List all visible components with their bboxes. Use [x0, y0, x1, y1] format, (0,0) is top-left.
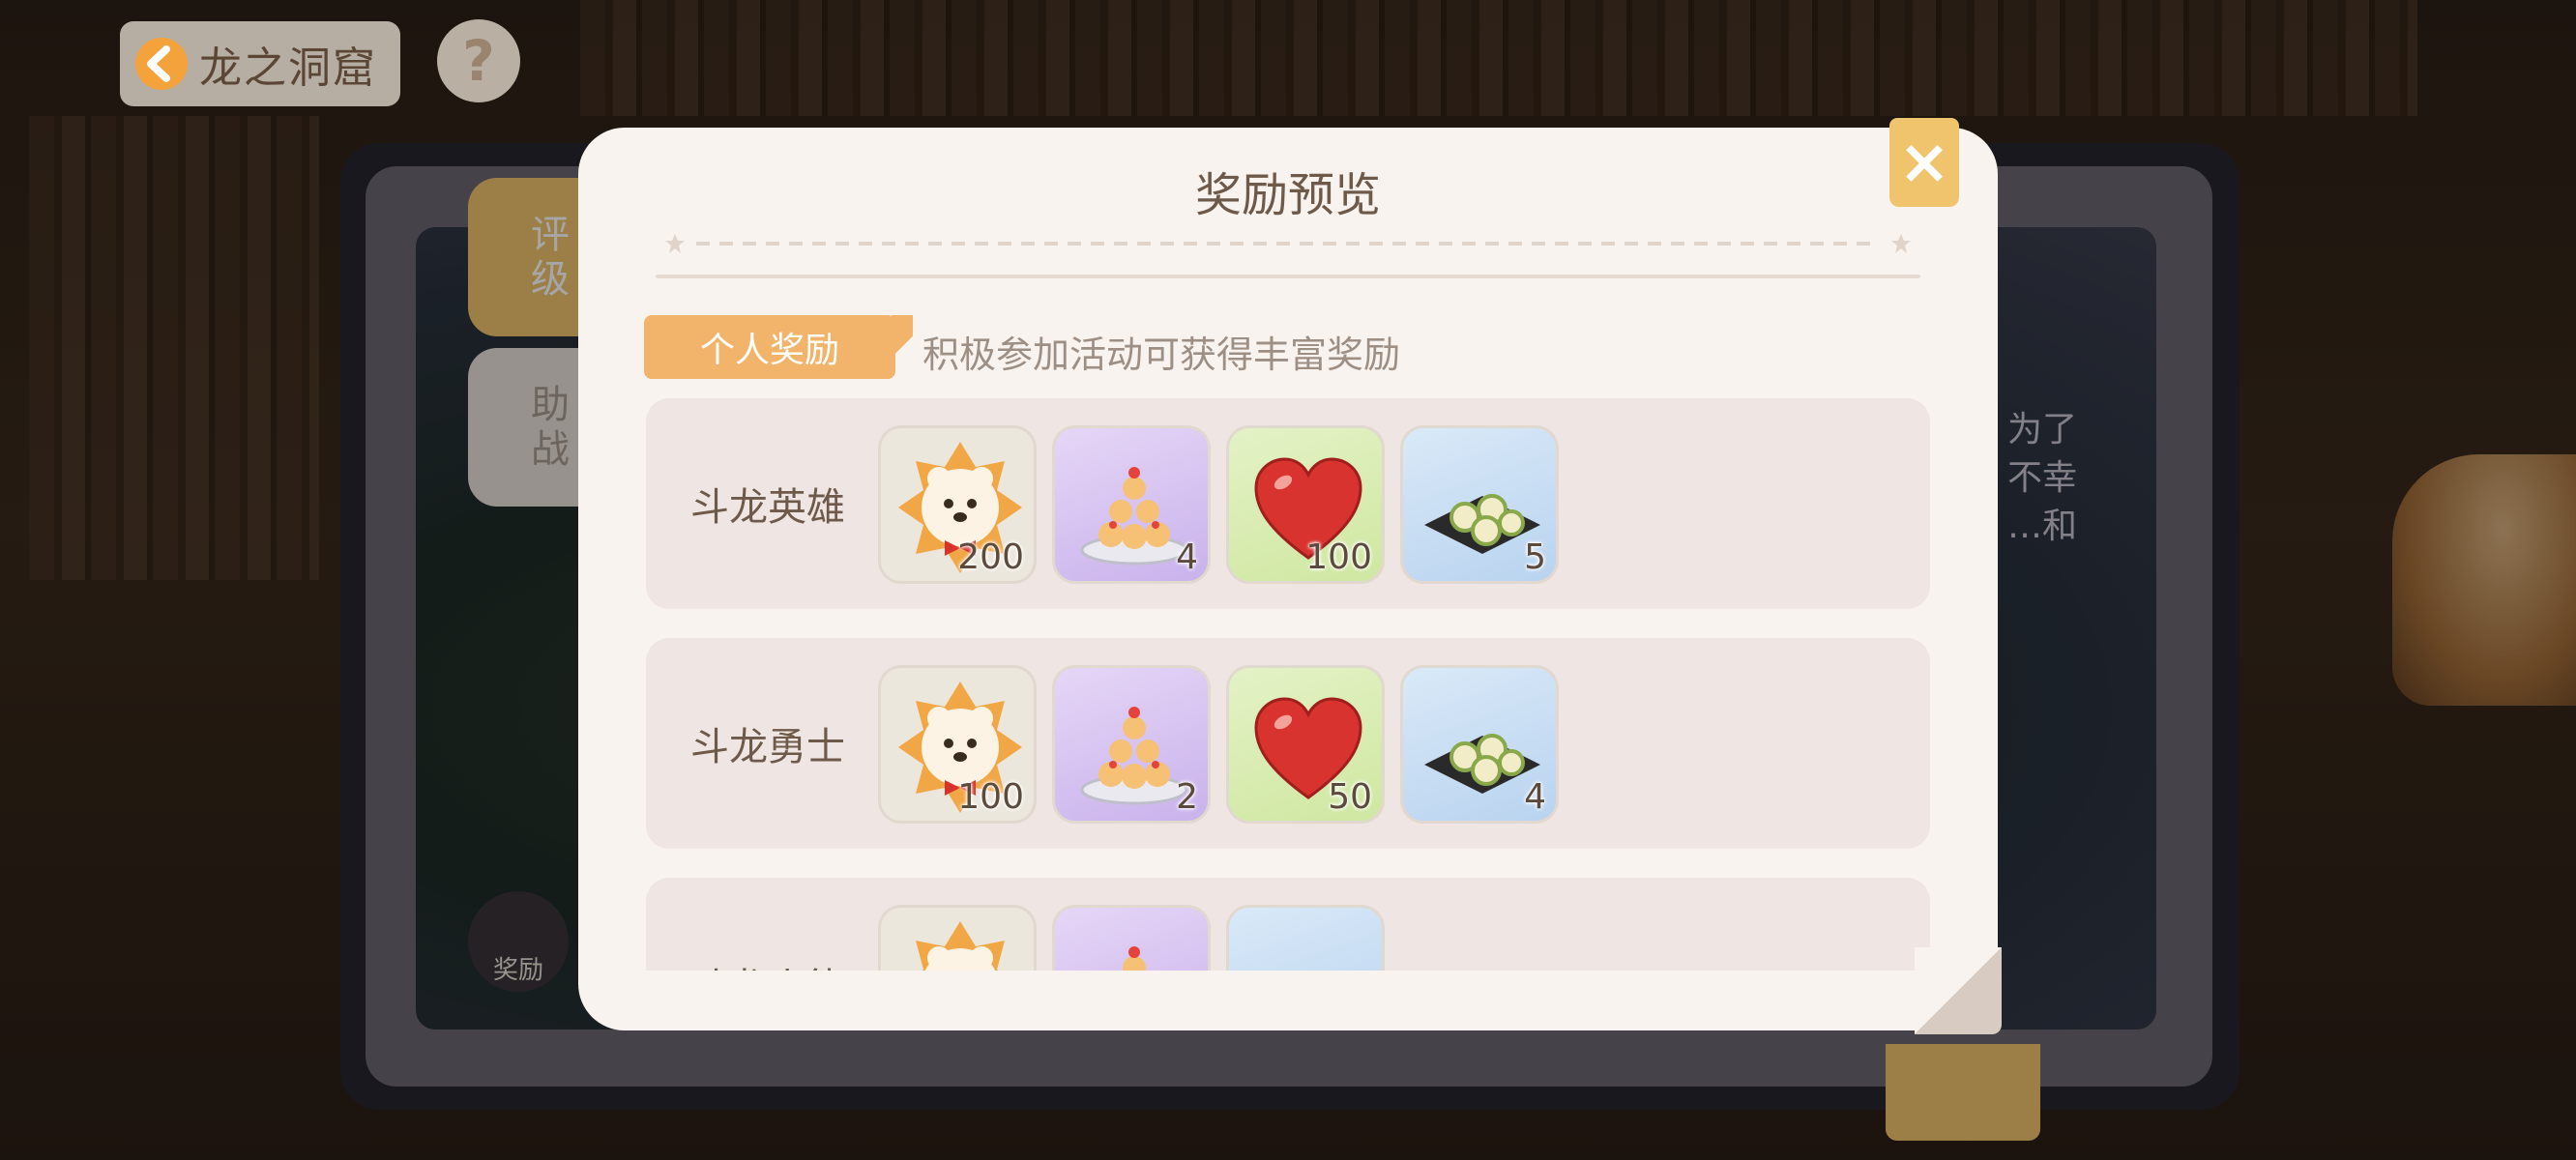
section-description: 积极参加活动可获得丰富奖励: [922, 334, 1401, 376]
close-button[interactable]: ×: [1889, 118, 1959, 207]
modal-divider: [656, 275, 1920, 278]
bear-badge-icon: [916, 921, 1005, 971]
sushi-plate-icon: [1229, 908, 1385, 971]
reward-preview-modal: 奖励预览 个人奖励 积极参加活动可获得丰富奖励 斗龙英雄 200 4 100 5…: [578, 128, 1998, 1030]
reward-row: 斗龙英雄 200 4 100 5: [646, 398, 1930, 609]
item-quantity: 100: [957, 777, 1024, 817]
reward-item-cake-tower[interactable]: [1052, 905, 1211, 971]
modal-title: 奖励预览: [1194, 168, 1381, 222]
item-quantity: 4: [1524, 777, 1546, 817]
back-arrow-icon: [135, 38, 188, 90]
page-title: 龙之洞窟: [199, 44, 377, 93]
item-quantity: 50: [1328, 777, 1372, 817]
section-tag: 个人奖励: [644, 315, 913, 379]
cake-tower-icon: [1123, 946, 1146, 971]
help-button[interactable]: ?: [437, 19, 520, 102]
reward-item-sushi-plate[interactable]: 5: [1400, 425, 1559, 584]
reward-item-heart[interactable]: 50: [1226, 665, 1385, 824]
reward-item-sushi-plate[interactable]: 4: [1400, 665, 1559, 824]
item-quantity: 2: [1176, 777, 1198, 817]
reward-row: 斗龙勇士 100 2 50 4: [646, 638, 1930, 849]
title-dashed-decoration: [665, 234, 1911, 253]
reward-item-sushi-plate[interactable]: [1226, 905, 1385, 971]
reward-list[interactable]: 斗龙英雄 200 4 100 5 斗龙勇士 100 2 50 4: [646, 398, 1930, 971]
page-curl: [1915, 947, 2002, 1034]
reward-row-label: 斗龙英雄: [690, 485, 845, 530]
question-icon: ?: [462, 28, 495, 94]
reward-item-bear-badge[interactable]: 100: [878, 665, 1037, 824]
close-icon: ×: [1898, 127, 1950, 198]
reward-item-heart[interactable]: 100: [1226, 425, 1385, 584]
reward-item-cake-tower[interactable]: 4: [1052, 425, 1211, 584]
item-quantity: 100: [1305, 537, 1372, 577]
reward-row-label: 斗龙小能手: [690, 907, 851, 971]
item-quantity: 5: [1524, 537, 1546, 577]
reward-item-bear-badge[interactable]: 200: [878, 425, 1037, 584]
reward-row-label: 斗龙勇士: [690, 725, 845, 769]
back-button[interactable]: 龙之洞窟: [120, 21, 400, 106]
reward-item-bear-badge[interactable]: [878, 905, 1037, 971]
item-quantity: 200: [957, 537, 1024, 577]
item-quantity: 4: [1176, 537, 1198, 577]
reward-row: 斗龙小能手: [646, 878, 1930, 971]
reward-item-cake-tower[interactable]: 2: [1052, 665, 1211, 824]
